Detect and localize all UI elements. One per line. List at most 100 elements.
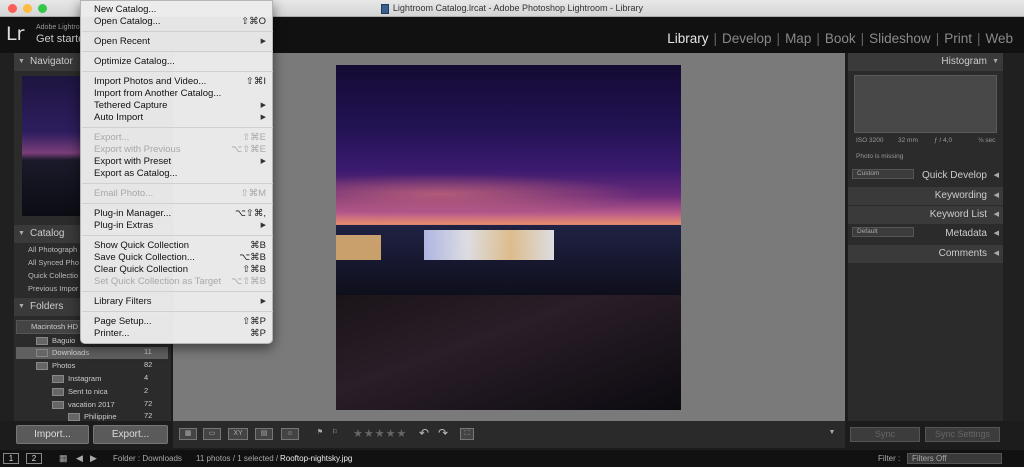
folder-row[interactable]: Photos — [36, 360, 75, 372]
forward-arrow-icon[interactable]: ▶ — [90, 450, 97, 467]
menu-import-photos[interactable]: Import Photos and Video... ⇧⌘I — [94, 76, 266, 88]
photo-city-lights — [336, 235, 381, 260]
filmstrip-bar: 1 2 ▦ ◀ ▶ Folder : Downloads 11 photos /… — [0, 450, 1024, 467]
menu-plugin-manager[interactable]: Plug-in Manager... ⌥⇧⌘, — [94, 208, 266, 220]
menu-export[interactable]: Export... ⇧⌘E — [94, 132, 266, 144]
left-panel-strip[interactable] — [0, 53, 14, 421]
submenu-arrow-icon: ▶ — [260, 222, 266, 229]
collapse-triangle-icon: ◀ — [993, 230, 999, 237]
reject-flag-icon[interactable]: ⚐ — [330, 428, 340, 440]
loupe-view-icon[interactable]: ▭ — [203, 428, 221, 440]
grid-view-icon[interactable]: ▦ — [179, 428, 197, 440]
catalog-item[interactable]: Quick Collectio — [28, 271, 78, 280]
toolbar-menu-icon[interactable]: ▼ — [826, 428, 838, 440]
folder-row[interactable]: Downloads — [36, 347, 89, 359]
module-library[interactable]: Library — [662, 31, 713, 46]
exif-iso: ISO 3200 — [856, 137, 884, 144]
menu-clear-quick-collection[interactable]: Clear Quick Collection ⇧⌘B — [94, 264, 266, 276]
comments-header[interactable]: Comments ◀ — [848, 245, 1003, 263]
menu-auto-import[interactable]: Auto Import ▶ — [94, 112, 266, 124]
sync-settings-button[interactable]: Sync Settings — [925, 427, 1000, 442]
collapse-triangle-icon: ▼ — [992, 58, 999, 65]
navigator-preview[interactable] — [22, 76, 82, 216]
menu-page-setup[interactable]: Page Setup... ⇧⌘P — [94, 316, 266, 328]
folder-count: 82 — [144, 360, 153, 369]
window-title: Lightroom Catalog.lrcat - Adobe Photosho… — [392, 3, 644, 13]
module-print[interactable]: Print — [939, 31, 977, 46]
folder-row[interactable]: Instagram — [52, 373, 101, 385]
module-picker: Library | Develop | Map | Book | Slideshow | … — [662, 31, 1018, 46]
quick-develop-header[interactable]: Quick Develop ◀ — [848, 167, 1003, 185]
photo-missing-label: Photo is missing — [856, 153, 904, 160]
menu-optimize-catalog[interactable]: Optimize Catalog... — [94, 56, 266, 68]
menu-export-with-preset[interactable]: Export with Preset ▶ — [94, 156, 266, 168]
menu-email-photo[interactable]: Email Photo... ⇧⌘M — [94, 188, 266, 200]
keywording-header[interactable]: Keywording ◀ — [848, 187, 1003, 205]
folder-row[interactable]: Baguio — [36, 335, 75, 347]
catalog-item[interactable]: Previous Impor — [28, 284, 78, 293]
export-button[interactable]: Export... — [93, 425, 168, 444]
flag-icon[interactable]: ⚑ — [315, 428, 325, 440]
photo-rooftop — [336, 295, 681, 410]
loupe-photo[interactable] — [336, 65, 681, 410]
menu-save-quick-collection[interactable]: Save Quick Collection... ⌥⌘B — [94, 252, 266, 264]
source-folder[interactable]: Folder : Downloads — [113, 450, 182, 467]
catalog-item[interactable]: All Synced Pho — [28, 258, 79, 267]
catalog-item[interactable]: All Photograph — [28, 245, 77, 254]
selected-filename[interactable]: Rooftop-nightsky.jpg — [280, 450, 352, 467]
menu-import-from-catalog[interactable]: Import from Another Catalog... — [94, 88, 266, 100]
rotate-right-icon[interactable]: ↷ — [436, 427, 450, 440]
window-1-button[interactable]: 1 — [3, 453, 19, 464]
folder-row[interactable]: Sent to nica — [52, 386, 108, 398]
people-view-icon[interactable]: ☺ — [281, 428, 299, 440]
grid-icon[interactable]: ▦ — [59, 450, 68, 467]
module-slideshow[interactable]: Slideshow — [864, 31, 936, 46]
menu-open-catalog[interactable]: Open Catalog... ⇧⌘O — [94, 16, 266, 28]
folder-icon — [68, 413, 80, 421]
collapse-triangle-icon: ◀ — [993, 211, 999, 218]
folder-count: 2 — [144, 386, 149, 395]
zoom-button[interactable] — [38, 4, 47, 13]
sync-button[interactable]: Sync — [850, 427, 920, 442]
folder-row[interactable]: Philippine — [68, 411, 117, 421]
back-arrow-icon[interactable]: ◀ — [76, 450, 83, 467]
right-panel-strip[interactable] — [1003, 53, 1024, 421]
window-2-button[interactable]: 2 — [26, 453, 42, 464]
module-develop[interactable]: Develop — [717, 31, 777, 46]
histogram-header[interactable]: Histogram ▼ — [848, 53, 1003, 71]
rotate-left-icon[interactable]: ↶ — [417, 427, 431, 440]
star-rating[interactable]: ★★★★★ — [353, 427, 407, 440]
menu-library-filters[interactable]: Library Filters ▶ — [94, 296, 266, 308]
menu-show-quick-collection[interactable]: Show Quick Collection ⌘B — [94, 240, 266, 252]
folder-row[interactable]: vacation 2017 — [52, 399, 115, 411]
keyword-list-header[interactable]: Keyword List ◀ — [848, 206, 1003, 224]
menu-plugin-extras[interactable]: Plug-in Extras ▶ — [94, 220, 266, 232]
module-map[interactable]: Map — [780, 31, 816, 46]
document-icon — [380, 3, 389, 14]
photo-sky-glow — [336, 170, 681, 210]
filter-select[interactable]: Filters Off — [907, 453, 1002, 464]
import-button[interactable]: Import... — [16, 425, 89, 444]
minimize-button[interactable] — [23, 4, 32, 13]
compare-view-icon[interactable]: XY — [228, 428, 248, 440]
exif-shutter: ⅛ sec — [978, 137, 996, 144]
crop-icon[interactable]: ⛶ — [460, 428, 474, 440]
menu-printer[interactable]: Printer... ⌘P — [94, 328, 266, 340]
submenu-arrow-icon: ▶ — [260, 298, 266, 305]
menu-tethered-capture[interactable]: Tethered Capture ▶ — [94, 100, 266, 112]
menu-set-quick-collection-target[interactable]: Set Quick Collection as Target ⌥⇧⌘B — [94, 276, 266, 288]
metadata-header[interactable]: Metadata ◀ — [848, 225, 1003, 243]
menu-open-recent[interactable]: Open Recent ▶ — [94, 36, 266, 48]
module-book[interactable]: Book — [820, 31, 861, 46]
folder-count: 11 — [144, 347, 152, 356]
survey-view-icon[interactable]: ▤ — [255, 428, 273, 440]
submenu-arrow-icon: ▶ — [260, 102, 266, 109]
menu-export-with-previous[interactable]: Export with Previous ⌥⇧⌘E — [94, 144, 266, 156]
folder-icon — [36, 349, 48, 358]
collapse-triangle-icon: ▼ — [18, 303, 25, 310]
menu-export-as-catalog[interactable]: Export as Catalog... — [94, 168, 266, 180]
close-button[interactable] — [8, 4, 17, 13]
module-web[interactable]: Web — [980, 31, 1018, 46]
exif-focal: 32 mm — [898, 137, 918, 144]
menu-new-catalog[interactable]: New Catalog... — [94, 4, 266, 16]
